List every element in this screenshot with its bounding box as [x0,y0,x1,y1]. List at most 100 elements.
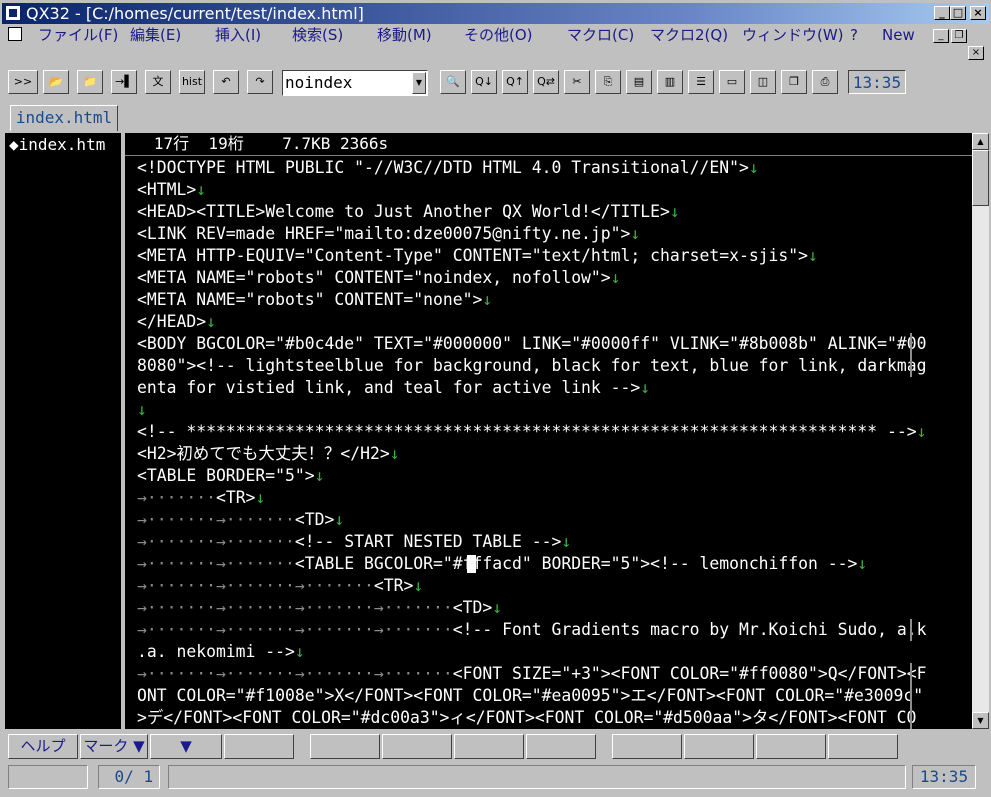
document-icon[interactable] [8,27,22,41]
code-line-text: enta for vistied link, and teal for acti… [137,378,641,397]
undo-button[interactable]: ↶ [213,70,239,94]
mdi-close-button[interactable]: × [968,46,984,60]
find-prev-button[interactable]: Q↑ [502,70,528,94]
code-line: >デ</FONT><FONT COLOR="#dc00a3">ィ</FONT><… [137,707,943,729]
function-key-11[interactable] [756,734,826,759]
function-key-3[interactable]: ▼ [150,734,222,759]
code-line-text: .a. nekomimi --> [137,642,295,661]
paste-icon: ▤ [633,75,645,88]
split-horizontal-button[interactable]: ☰ [688,70,714,94]
menu-item-6[interactable]: マクロ(C) [567,24,634,46]
combo-dropdown-icon[interactable]: ▼ [412,72,426,94]
code-line: <LINK REV=made HREF="mailto:dze00075@nif… [137,223,943,245]
code-line-text: <TR> [215,488,256,507]
open-folder-button[interactable]: 📁 [77,70,103,94]
function-key-12[interactable] [828,734,898,759]
save-button[interactable]: →▌ [111,70,137,94]
editor-lines[interactable]: <!DOCTYPE HTML PUBLIC "-//W3C//DTD HTML … [137,157,943,729]
newline-mark-icon: ↓ [630,224,641,243]
scroll-down-button[interactable]: ▼ [972,712,989,729]
tab-index-html[interactable]: index.html [10,105,118,131]
vertical-scrollbar[interactable]: ▲ ▼ [972,133,989,729]
newline-mark-icon: ↓ [137,400,147,419]
menu-item-4[interactable]: 移動(M) [377,24,432,46]
find-prev-icon: Q↑ [506,75,524,88]
paste-special-button[interactable]: ▥ [657,70,683,94]
find-next-icon: Q↓ [475,75,493,88]
code-line: 8080"><!-- lightsteelblue for background… [137,355,943,377]
code-line: <!DOCTYPE HTML PUBLIC "-//W3C//DTD HTML … [137,157,943,179]
cut-button[interactable]: ✂ [564,70,590,94]
menu-item-5[interactable]: その他(O) [464,24,533,46]
code-line: →·······→·······→·······→·······<!-- Fon… [137,620,927,639]
open-file-button[interactable]: 📂 [43,70,69,94]
wrap-mark-icon [905,355,912,377]
redo-button[interactable]: ↷ [247,70,273,94]
text-mode-button[interactable]: 文 [145,70,171,94]
code-line: ↓ [137,399,943,421]
paste-button[interactable]: ▤ [626,70,652,94]
code-line-text: ONT COLOR="#f1008e">X</FONT><FONT COLOR=… [137,686,924,705]
function-key-4[interactable] [224,734,294,759]
wrap-mark-icon [905,707,912,729]
function-key-10[interactable] [684,734,754,759]
function-key-8[interactable] [526,734,596,759]
function-key-6[interactable] [382,734,452,759]
app-icon[interactable] [5,5,21,21]
find-next-button[interactable]: Q↓ [471,70,497,94]
code-line: →·······→·······→·······<TR>↓ [137,576,424,595]
code-line: →·······→·······<!-- START NESTED TABLE … [137,532,572,551]
editor-status-line: 17行 19桁 7.7KB 2366s [125,133,972,156]
code-line: <META NAME="robots" CONTENT="noindex, no… [137,267,943,289]
title-bar[interactable]: QX32 - [C:/homes/current/test/index.html… [2,3,989,24]
code-line: →·······→·······<TD>↓ [137,510,345,529]
expand-icon: >> [13,75,33,88]
menu-item-8[interactable]: ウィンドウ(W) [742,24,844,46]
status-bar: 0/ 1 13:35 [0,764,991,792]
code-line-text: <!-- START NESTED TABLE --> [294,532,562,551]
close-button[interactable]: × [970,6,986,20]
menu-item-9[interactable]: ? [850,24,858,46]
file-item-index[interactable]: ◆index.htm [9,134,105,156]
minimize-button[interactable]: _ [934,6,950,20]
mdi-restore-button[interactable]: ❐ [951,29,967,43]
copy-button[interactable]: ⎘ [595,70,621,94]
code-line: ONT COLOR="#f1008e">X</FONT><FONT COLOR=… [137,685,943,707]
search-combo[interactable]: noindex ▼ [282,70,428,96]
history-button[interactable]: hist [179,70,205,94]
scroll-thumb[interactable] [972,150,989,206]
code-line-text: <!-- ***********************************… [137,422,917,441]
menu-item-0[interactable]: ファイル(F) [38,24,118,46]
code-line: →·······→·······<TABLE BGCOLOR="#fffacd"… [137,554,868,573]
newline-mark-icon: ↓ [669,202,680,221]
scroll-up-button[interactable]: ▲ [972,133,989,150]
split-vertical-button[interactable]: ◫ [750,70,776,94]
function-key-2[interactable]: マーク ▼ [80,734,148,759]
print-button[interactable]: ⎙ [812,70,838,94]
code-line: →·······→·······→·······→·······<TD>↓ [137,598,503,617]
function-key-1[interactable]: ヘルプ [8,734,78,759]
editor-pane[interactable]: 17行 19桁 7.7KB 2366s <!DOCTYPE HTML PUBLI… [125,133,972,729]
menu-item-1[interactable]: 編集(E) [130,24,181,46]
menu-item-10[interactable]: New [882,24,915,46]
cascade-button[interactable]: ❐ [781,70,807,94]
save-icon: →▌ [115,75,133,88]
wrap-mark-icon [905,333,912,355]
find-button[interactable]: 🔍 [440,70,466,94]
window-title: QX32 - [C:/homes/current/test/index.html… [26,4,364,23]
expand-button[interactable]: >> [8,70,38,94]
menu-item-2[interactable]: 挿入(I) [215,24,261,46]
replace-button[interactable]: Q⇄ [533,70,559,94]
menu-item-3[interactable]: 検索(S) [292,24,343,46]
toolbar-clock: 13:35 [848,70,906,94]
menu-item-7[interactable]: マクロ2(Q) [650,24,728,46]
maximize-button[interactable]: □ [950,6,966,20]
function-key-9[interactable] [612,734,682,759]
mdi-minimize-button[interactable]: _ [933,29,949,43]
function-key-5[interactable] [310,734,380,759]
tab-row: index.html [0,103,991,133]
code-line-text: <LINK REV=made HREF="mailto:dze00075@nif… [137,224,631,243]
split-bar-button[interactable]: ▭ [719,70,745,94]
function-key-7[interactable] [454,734,524,759]
code-line-text: >デ</FONT><FONT COLOR="#dc00a3">ィ</FONT><… [137,708,917,727]
